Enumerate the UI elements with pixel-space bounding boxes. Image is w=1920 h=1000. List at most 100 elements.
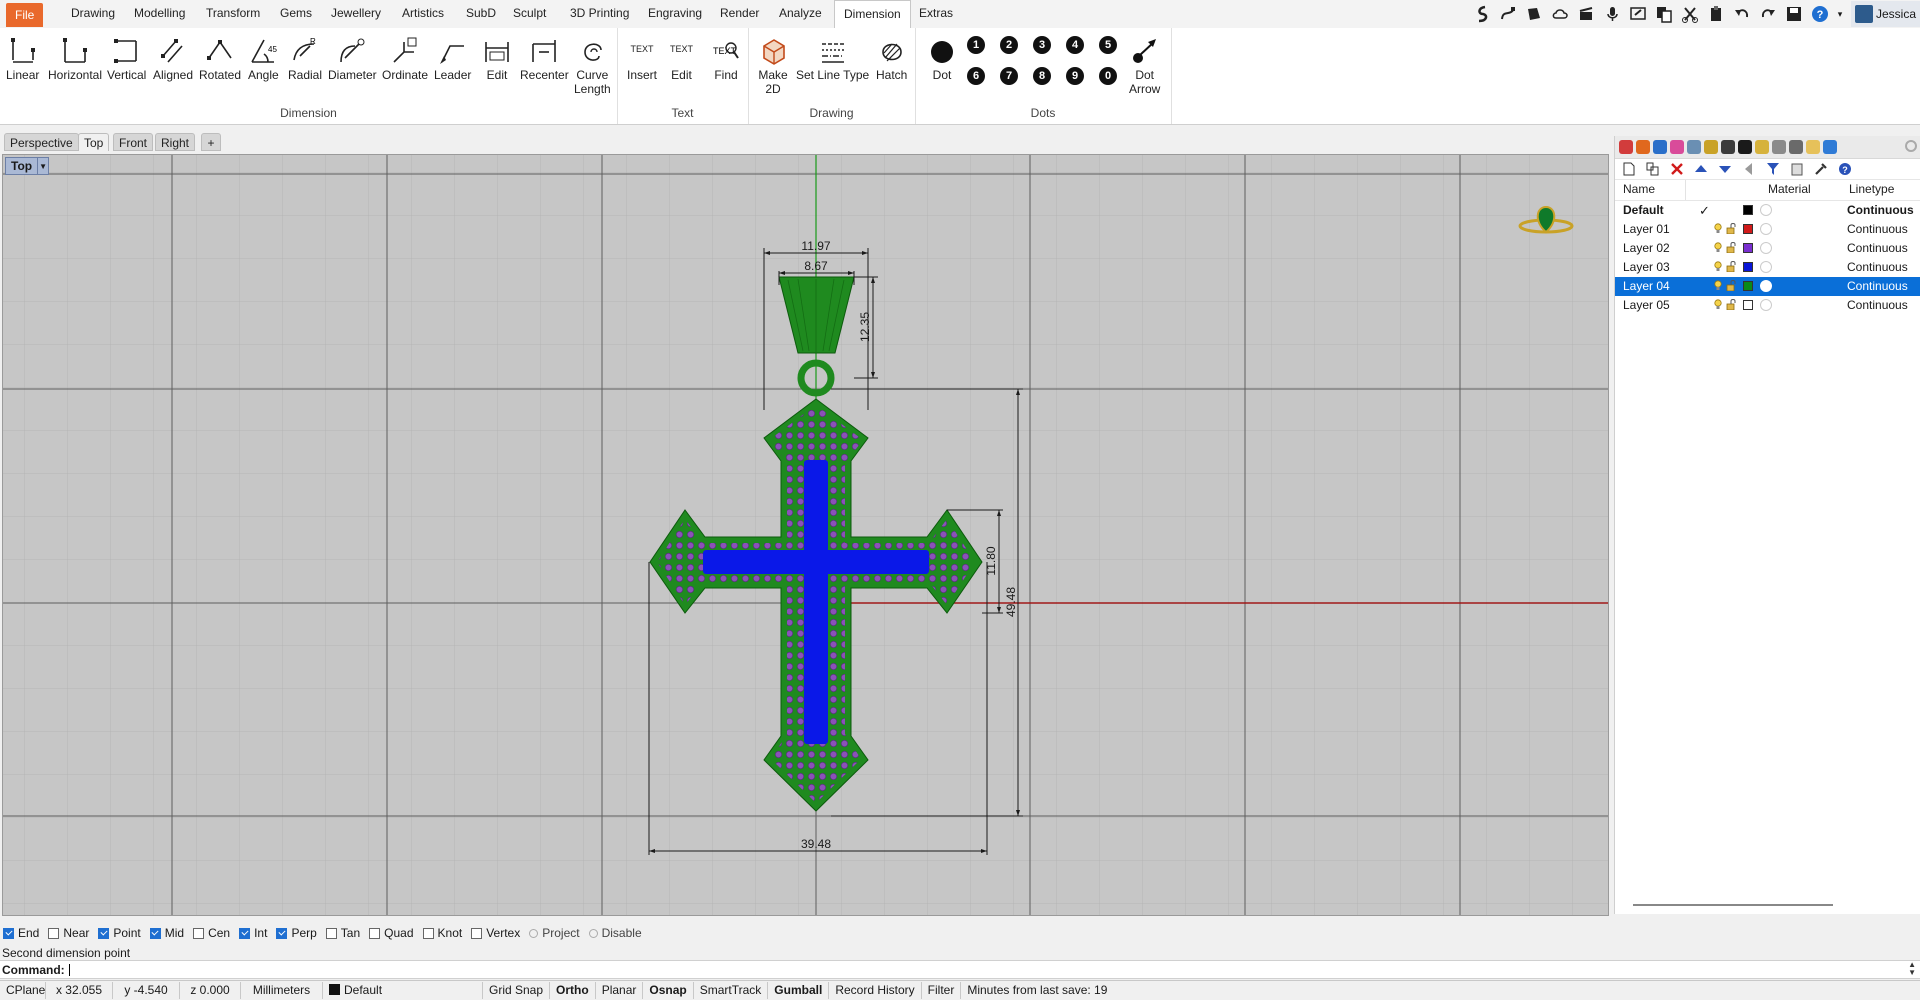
tab-render[interactable]: Render (711, 0, 768, 28)
layer-name[interactable]: Layer 05 (1623, 298, 1670, 312)
material-circle-icon[interactable] (1760, 280, 1772, 292)
tools-icon[interactable] (1813, 161, 1829, 177)
find-text-button[interactable]: TEXT Find (711, 32, 741, 82)
tab-front[interactable]: Front (113, 133, 154, 151)
osnap-knot[interactable]: Knot (422, 926, 462, 940)
top-viewport[interactable]: Top ▼ 11.97 8.67 12.35 11.80 49.48 39.48 (2, 154, 1609, 916)
horizontal-dimension-button[interactable]: Horizontal (48, 32, 102, 82)
edit-dimension-button[interactable]: Edit (482, 32, 512, 82)
status-toggle-grid-snap[interactable]: Grid Snap (483, 982, 551, 999)
layer-linetype[interactable]: Continuous (1847, 279, 1908, 293)
layer-name[interactable]: Layer 04 (1623, 279, 1670, 293)
layer-row[interactable]: Layer 01 Continuous (1615, 220, 1920, 239)
delete-icon[interactable] (1669, 161, 1685, 177)
add-viewport-button[interactable]: + (201, 133, 221, 151)
surface-tool-icon[interactable] (1523, 3, 1545, 25)
radio[interactable] (529, 928, 539, 938)
column-header-linetype[interactable]: Linetype (1849, 182, 1894, 196)
layer-color-swatch[interactable] (1743, 300, 1753, 310)
tab-extras[interactable]: Extras (910, 0, 962, 28)
checkbox[interactable] (149, 927, 161, 939)
recenter-button[interactable]: Recenter (520, 32, 569, 82)
checkbox[interactable] (239, 927, 251, 939)
visible-bulb-icon[interactable] (1714, 242, 1722, 253)
rotated-dimension-button[interactable]: Rotated (199, 32, 241, 82)
checkbox[interactable] (369, 927, 381, 939)
linear-dimension-button[interactable]: Linear (6, 32, 39, 82)
layer-linetype[interactable]: Continuous (1847, 241, 1908, 255)
ordinate-dimension-button[interactable]: Ordinate (382, 32, 428, 82)
named-views-tab-icon[interactable] (1772, 140, 1786, 154)
properties-tab-icon[interactable] (1619, 140, 1633, 154)
cloud-icon[interactable] (1549, 3, 1571, 25)
save-icon[interactable] (1783, 3, 1805, 25)
layer-row[interactable]: Layer 04 Continuous (1615, 277, 1920, 296)
layers-tab-icon[interactable] (1636, 140, 1650, 154)
vertical-dimension-button[interactable]: Vertical (107, 32, 146, 82)
copy-icon[interactable] (1653, 3, 1675, 25)
osnap-int[interactable]: Int (239, 926, 267, 940)
library-tab-icon[interactable] (1704, 140, 1718, 154)
curve-tool-icon[interactable] (1497, 3, 1519, 25)
tab-artistics[interactable]: Artistics (393, 0, 453, 28)
tab-file[interactable]: File (6, 3, 44, 27)
osnap-tan[interactable]: Tan (325, 926, 360, 940)
command-line[interactable]: Command: ▲ ▼ (0, 960, 1920, 979)
checkbox[interactable] (422, 927, 434, 939)
paste-icon[interactable] (1705, 3, 1727, 25)
layer-linetype[interactable]: Continuous (1847, 298, 1908, 312)
dot-number-0-button[interactable]: 0 (1098, 66, 1118, 86)
aligned-dimension-button[interactable]: Aligned (153, 32, 193, 82)
dot-number-8-button[interactable]: 8 (1032, 66, 1052, 86)
tab-engraving[interactable]: Engraving (639, 0, 711, 28)
status-toggle-filter[interactable]: Filter (922, 982, 962, 999)
unlocked-icon[interactable] (1726, 223, 1737, 234)
snapshots-tab-icon[interactable] (1789, 140, 1803, 154)
checkbox[interactable] (276, 927, 288, 939)
osnap-vertex[interactable]: Vertex (471, 926, 520, 940)
osnap-perp[interactable]: Perp (276, 926, 317, 940)
command-input[interactable] (68, 963, 70, 976)
material-circle-icon[interactable] (1760, 204, 1772, 216)
chevron-down-icon[interactable]: ▾ (1835, 3, 1845, 25)
set-line-type-button[interactable]: Set Line Type (796, 32, 869, 82)
cut-icon[interactable] (1679, 3, 1701, 25)
angle-dimension-button[interactable]: 45 Angle (248, 32, 279, 82)
tab-jewellery[interactable]: Jewellery (322, 0, 390, 28)
dot-number-9-button[interactable]: 9 (1065, 66, 1085, 86)
osnap-quad[interactable]: Quad (369, 926, 414, 940)
tab-modelling[interactable]: Modelling (125, 0, 194, 28)
osnap-disable[interactable]: Disable (588, 926, 642, 940)
help-icon[interactable]: ? (1837, 161, 1853, 177)
move-up-icon[interactable] (1693, 161, 1709, 177)
radio[interactable] (588, 928, 598, 938)
new-sublayer-icon[interactable] (1645, 161, 1661, 177)
layer-color-swatch[interactable] (1743, 205, 1753, 215)
tab-subd[interactable]: SubD (457, 0, 505, 28)
tab-analyze[interactable]: Analyze (770, 0, 831, 28)
move-left-icon[interactable] (1741, 161, 1757, 177)
visible-bulb-icon[interactable] (1714, 261, 1722, 272)
layer-linetype[interactable]: Continuous (1847, 203, 1914, 217)
osnap-project[interactable]: Project (529, 926, 580, 940)
layer-color-swatch[interactable] (1743, 224, 1753, 234)
tab-sculpt[interactable]: Sculpt (504, 0, 555, 28)
dot-number-2-button[interactable]: 2 (999, 35, 1019, 55)
status-toggle-smarttrack[interactable]: SmartTrack (694, 982, 769, 999)
user-account[interactable]: Jessica (1850, 1, 1920, 27)
dot-arrow-button[interactable]: Dot Arrow (1129, 32, 1160, 96)
checkbox[interactable] (193, 927, 205, 939)
insert-text-button[interactable]: TEXT Insert (627, 32, 657, 82)
layer-states-icon[interactable] (1789, 161, 1805, 177)
tab-3d-printing[interactable]: 3D Printing (561, 0, 638, 28)
layer-name[interactable]: Layer 02 (1623, 241, 1670, 255)
textures-tab-icon[interactable] (1806, 140, 1820, 154)
tab-gems[interactable]: Gems (271, 0, 321, 28)
dot-number-6-button[interactable]: 6 (966, 66, 986, 86)
notifications-tab-icon[interactable] (1823, 140, 1837, 154)
curve-length-button[interactable]: Curve Length (574, 32, 611, 96)
layer-linetype[interactable]: Continuous (1847, 260, 1908, 274)
layer-linetype[interactable]: Continuous (1847, 222, 1908, 236)
checkbox[interactable] (471, 927, 483, 939)
tab-drawing[interactable]: Drawing (62, 0, 124, 28)
